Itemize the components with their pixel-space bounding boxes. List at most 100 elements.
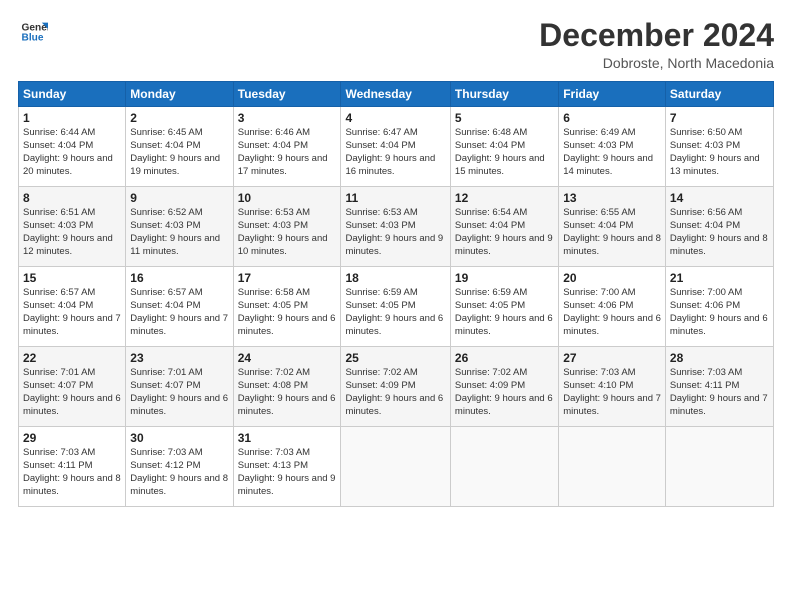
day-number: 31 — [238, 431, 337, 445]
table-row: 9 Sunrise: 6:52 AM Sunset: 4:03 PM Dayli… — [126, 187, 233, 267]
day-number: 14 — [670, 191, 769, 205]
day-info: Sunrise: 6:57 AM Sunset: 4:04 PM Dayligh… — [23, 287, 121, 338]
day-number: 2 — [130, 111, 228, 125]
calendar-week-row: 15 Sunrise: 6:57 AM Sunset: 4:04 PM Dayl… — [19, 267, 774, 347]
day-info: Sunrise: 6:49 AM Sunset: 4:03 PM Dayligh… — [563, 127, 661, 178]
table-row: 3 Sunrise: 6:46 AM Sunset: 4:04 PM Dayli… — [233, 107, 341, 187]
table-row — [450, 427, 558, 507]
table-row: 8 Sunrise: 6:51 AM Sunset: 4:03 PM Dayli… — [19, 187, 126, 267]
day-info: Sunrise: 6:53 AM Sunset: 4:03 PM Dayligh… — [238, 207, 337, 258]
day-info: Sunrise: 6:53 AM Sunset: 4:03 PM Dayligh… — [345, 207, 445, 258]
day-info: Sunrise: 6:59 AM Sunset: 4:05 PM Dayligh… — [345, 287, 445, 338]
col-sunday: Sunday — [19, 82, 126, 107]
day-number: 23 — [130, 351, 228, 365]
day-info: Sunrise: 7:03 AM Sunset: 4:10 PM Dayligh… — [563, 367, 661, 418]
col-saturday: Saturday — [665, 82, 773, 107]
col-tuesday: Tuesday — [233, 82, 341, 107]
col-wednesday: Wednesday — [341, 82, 450, 107]
table-row: 2 Sunrise: 6:45 AM Sunset: 4:04 PM Dayli… — [126, 107, 233, 187]
table-row: 23 Sunrise: 7:01 AM Sunset: 4:07 PM Dayl… — [126, 347, 233, 427]
day-info: Sunrise: 7:02 AM Sunset: 4:09 PM Dayligh… — [345, 367, 445, 418]
day-info: Sunrise: 7:00 AM Sunset: 4:06 PM Dayligh… — [670, 287, 769, 338]
day-info: Sunrise: 6:56 AM Sunset: 4:04 PM Dayligh… — [670, 207, 769, 258]
day-info: Sunrise: 6:55 AM Sunset: 4:04 PM Dayligh… — [563, 207, 661, 258]
table-row: 24 Sunrise: 7:02 AM Sunset: 4:08 PM Dayl… — [233, 347, 341, 427]
day-number: 30 — [130, 431, 228, 445]
table-row — [341, 427, 450, 507]
day-info: Sunrise: 6:48 AM Sunset: 4:04 PM Dayligh… — [455, 127, 554, 178]
table-row: 26 Sunrise: 7:02 AM Sunset: 4:09 PM Dayl… — [450, 347, 558, 427]
table-row: 14 Sunrise: 6:56 AM Sunset: 4:04 PM Dayl… — [665, 187, 773, 267]
month-title: December 2024 — [539, 18, 774, 53]
day-info: Sunrise: 6:51 AM Sunset: 4:03 PM Dayligh… — [23, 207, 121, 258]
table-row: 12 Sunrise: 6:54 AM Sunset: 4:04 PM Dayl… — [450, 187, 558, 267]
day-number: 29 — [23, 431, 121, 445]
calendar-week-row: 29 Sunrise: 7:03 AM Sunset: 4:11 PM Dayl… — [19, 427, 774, 507]
table-row — [559, 427, 666, 507]
logo-icon: General Blue — [20, 18, 48, 46]
table-row: 13 Sunrise: 6:55 AM Sunset: 4:04 PM Dayl… — [559, 187, 666, 267]
day-number: 16 — [130, 271, 228, 285]
subtitle: Dobroste, North Macedonia — [539, 55, 774, 71]
svg-text:Blue: Blue — [22, 33, 44, 44]
day-number: 7 — [670, 111, 769, 125]
day-info: Sunrise: 7:02 AM Sunset: 4:08 PM Dayligh… — [238, 367, 337, 418]
logo: General Blue — [18, 18, 48, 51]
day-info: Sunrise: 6:50 AM Sunset: 4:03 PM Dayligh… — [670, 127, 769, 178]
day-info: Sunrise: 7:03 AM Sunset: 4:12 PM Dayligh… — [130, 447, 228, 498]
day-number: 20 — [563, 271, 661, 285]
table-row: 28 Sunrise: 7:03 AM Sunset: 4:11 PM Dayl… — [665, 347, 773, 427]
col-monday: Monday — [126, 82, 233, 107]
day-info: Sunrise: 6:59 AM Sunset: 4:05 PM Dayligh… — [455, 287, 554, 338]
table-row: 10 Sunrise: 6:53 AM Sunset: 4:03 PM Dayl… — [233, 187, 341, 267]
table-row: 21 Sunrise: 7:00 AM Sunset: 4:06 PM Dayl… — [665, 267, 773, 347]
calendar-week-row: 1 Sunrise: 6:44 AM Sunset: 4:04 PM Dayli… — [19, 107, 774, 187]
table-row: 17 Sunrise: 6:58 AM Sunset: 4:05 PM Dayl… — [233, 267, 341, 347]
day-number: 19 — [455, 271, 554, 285]
table-row: 1 Sunrise: 6:44 AM Sunset: 4:04 PM Dayli… — [19, 107, 126, 187]
table-row: 16 Sunrise: 6:57 AM Sunset: 4:04 PM Dayl… — [126, 267, 233, 347]
table-row: 27 Sunrise: 7:03 AM Sunset: 4:10 PM Dayl… — [559, 347, 666, 427]
day-info: Sunrise: 7:01 AM Sunset: 4:07 PM Dayligh… — [130, 367, 228, 418]
day-number: 10 — [238, 191, 337, 205]
day-number: 28 — [670, 351, 769, 365]
day-number: 25 — [345, 351, 445, 365]
day-number: 26 — [455, 351, 554, 365]
day-info: Sunrise: 6:57 AM Sunset: 4:04 PM Dayligh… — [130, 287, 228, 338]
day-number: 12 — [455, 191, 554, 205]
calendar-week-row: 22 Sunrise: 7:01 AM Sunset: 4:07 PM Dayl… — [19, 347, 774, 427]
day-number: 17 — [238, 271, 337, 285]
day-info: Sunrise: 6:52 AM Sunset: 4:03 PM Dayligh… — [130, 207, 228, 258]
day-number: 8 — [23, 191, 121, 205]
day-number: 1 — [23, 111, 121, 125]
calendar-week-row: 8 Sunrise: 6:51 AM Sunset: 4:03 PM Dayli… — [19, 187, 774, 267]
day-number: 11 — [345, 191, 445, 205]
table-row: 22 Sunrise: 7:01 AM Sunset: 4:07 PM Dayl… — [19, 347, 126, 427]
table-row — [665, 427, 773, 507]
day-info: Sunrise: 6:54 AM Sunset: 4:04 PM Dayligh… — [455, 207, 554, 258]
table-row: 18 Sunrise: 6:59 AM Sunset: 4:05 PM Dayl… — [341, 267, 450, 347]
day-info: Sunrise: 7:03 AM Sunset: 4:11 PM Dayligh… — [670, 367, 769, 418]
table-row: 20 Sunrise: 7:00 AM Sunset: 4:06 PM Dayl… — [559, 267, 666, 347]
col-thursday: Thursday — [450, 82, 558, 107]
table-row: 30 Sunrise: 7:03 AM Sunset: 4:12 PM Dayl… — [126, 427, 233, 507]
day-number: 22 — [23, 351, 121, 365]
day-info: Sunrise: 6:45 AM Sunset: 4:04 PM Dayligh… — [130, 127, 228, 178]
page: General Blue December 2024 Dobroste, Nor… — [0, 0, 792, 612]
table-row: 11 Sunrise: 6:53 AM Sunset: 4:03 PM Dayl… — [341, 187, 450, 267]
day-number: 13 — [563, 191, 661, 205]
day-number: 6 — [563, 111, 661, 125]
day-number: 4 — [345, 111, 445, 125]
table-row: 7 Sunrise: 6:50 AM Sunset: 4:03 PM Dayli… — [665, 107, 773, 187]
table-row: 31 Sunrise: 7:03 AM Sunset: 4:13 PM Dayl… — [233, 427, 341, 507]
day-number: 21 — [670, 271, 769, 285]
day-number: 3 — [238, 111, 337, 125]
table-row: 29 Sunrise: 7:03 AM Sunset: 4:11 PM Dayl… — [19, 427, 126, 507]
table-row: 5 Sunrise: 6:48 AM Sunset: 4:04 PM Dayli… — [450, 107, 558, 187]
day-info: Sunrise: 6:44 AM Sunset: 4:04 PM Dayligh… — [23, 127, 121, 178]
title-block: December 2024 Dobroste, North Macedonia — [539, 18, 774, 71]
calendar-header-row: Sunday Monday Tuesday Wednesday Thursday… — [19, 82, 774, 107]
table-row: 15 Sunrise: 6:57 AM Sunset: 4:04 PM Dayl… — [19, 267, 126, 347]
day-info: Sunrise: 7:02 AM Sunset: 4:09 PM Dayligh… — [455, 367, 554, 418]
table-row: 25 Sunrise: 7:02 AM Sunset: 4:09 PM Dayl… — [341, 347, 450, 427]
